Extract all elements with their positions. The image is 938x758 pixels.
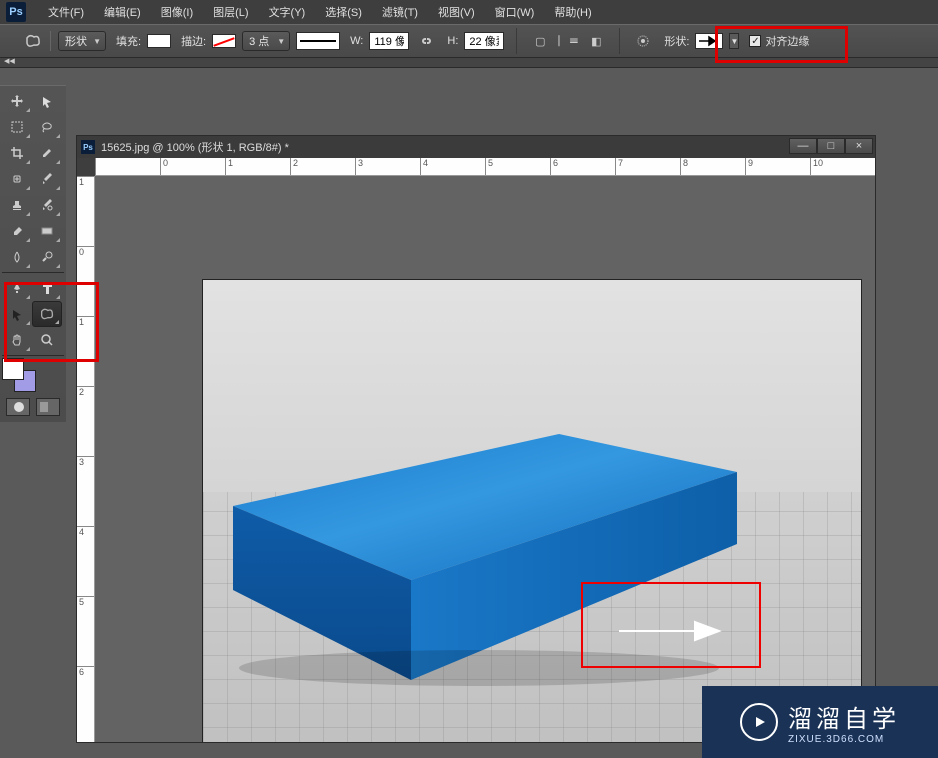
path-combine-icon[interactable]: ▢: [529, 30, 551, 52]
menu-file[interactable]: 文件(F): [40, 2, 92, 22]
arrow-tool[interactable]: [32, 88, 62, 114]
fill-swatch[interactable]: [147, 34, 171, 48]
lasso-tool[interactable]: [32, 114, 62, 140]
menu-image[interactable]: 图像(I): [153, 2, 201, 22]
zoom-tool[interactable]: [32, 327, 62, 353]
width-input[interactable]: [369, 32, 409, 50]
window-maximize[interactable]: □: [817, 138, 845, 154]
horizontal-ruler: 0 1 2 3 4 5 6 7 8 9 10: [95, 158, 875, 176]
history-brush-tool[interactable]: [32, 192, 62, 218]
blur-tool[interactable]: [2, 244, 32, 270]
shape-picker-arrow[interactable]: [695, 33, 723, 49]
menu-type[interactable]: 文字(Y): [261, 2, 314, 22]
canvas-area[interactable]: [95, 176, 875, 742]
custom-shape-tool[interactable]: [32, 301, 62, 327]
document-titlebar[interactable]: Ps 15625.jpg @ 100% (形状 1, RGB/8#) * — □…: [77, 136, 875, 158]
pen-tool[interactable]: [2, 275, 32, 301]
document-window: Ps 15625.jpg @ 100% (形状 1, RGB/8#) * — □…: [76, 135, 876, 743]
stroke-style-preview[interactable]: [296, 32, 340, 50]
custom-shape-icon[interactable]: [22, 30, 44, 52]
watermark: 溜溜自学 ZIXUE.3D66.COM: [702, 686, 938, 758]
options-collapse-strip[interactable]: [0, 58, 938, 68]
fill-label: 填充:: [116, 33, 141, 49]
menu-bar: Ps 文件(F) 编辑(E) 图像(I) 图层(L) 文字(Y) 选择(S) 滤…: [0, 0, 938, 24]
crop-tool[interactable]: [2, 140, 32, 166]
color-swatches[interactable]: [2, 358, 38, 390]
gradient-tool[interactable]: [32, 218, 62, 244]
app-logo: Ps: [6, 2, 26, 22]
watermark-title: 溜溜自学: [788, 699, 900, 734]
eyedropper-tool[interactable]: [32, 140, 62, 166]
brush-tool[interactable]: [32, 166, 62, 192]
stroke-swatch[interactable]: [212, 34, 236, 48]
menu-filter[interactable]: 滤镜(T): [374, 2, 426, 22]
drawn-arrow-shape[interactable]: [617, 619, 727, 643]
align-edges-checkbox[interactable]: ✓ 对齐边缘: [749, 33, 809, 49]
height-input[interactable]: [464, 32, 504, 50]
canvas[interactable]: [203, 280, 861, 742]
eraser-tool[interactable]: [2, 218, 32, 244]
shape-picker-dropdown[interactable]: ▼: [729, 33, 739, 49]
menu-view[interactable]: 视图(V): [430, 2, 483, 22]
width-label: W:: [350, 35, 363, 47]
dodge-tool[interactable]: [32, 244, 62, 270]
tool-mode-dropdown[interactable]: 形状: [58, 31, 106, 51]
hand-tool[interactable]: [2, 327, 32, 353]
menu-select[interactable]: 选择(S): [317, 2, 370, 22]
path-align-icon[interactable]: ⎸☰: [557, 30, 579, 52]
foreground-color[interactable]: [2, 358, 24, 380]
path-selection-tool[interactable]: [2, 301, 32, 327]
window-close[interactable]: ×: [845, 138, 873, 154]
watermark-url: ZIXUE.3D66.COM: [788, 734, 900, 745]
path-arrange-icon[interactable]: ◧: [585, 30, 607, 52]
shape-label: 形状:: [664, 33, 689, 49]
screen-mode-button[interactable]: [36, 398, 60, 416]
link-dimensions-icon[interactable]: [415, 30, 437, 52]
stamp-tool[interactable]: [2, 192, 32, 218]
vertical-ruler: 1 0 1 2 3 4 5 6: [77, 176, 95, 742]
align-edges-label: 对齐边缘: [765, 33, 809, 49]
stroke-label: 描边:: [181, 33, 206, 49]
quick-mask-button[interactable]: [6, 398, 30, 416]
stroke-width-dropdown[interactable]: 3 点: [242, 31, 290, 51]
move-tool[interactable]: [2, 88, 32, 114]
window-minimize[interactable]: —: [789, 138, 817, 154]
menu-window[interactable]: 窗口(W): [487, 2, 543, 22]
menu-edit[interactable]: 编辑(E): [96, 2, 149, 22]
document-icon: Ps: [81, 140, 95, 154]
menu-layer[interactable]: 图层(L): [205, 2, 256, 22]
marquee-tool[interactable]: [2, 114, 32, 140]
options-bar: 形状 填充: 描边: 3 点 W: H: ▢ ⎸☰ ◧ 形状: ▼ ✓ 对齐边缘: [0, 24, 938, 58]
menu-help[interactable]: 帮助(H): [546, 2, 599, 22]
text-tool[interactable]: [32, 275, 62, 301]
play-icon: [740, 703, 778, 741]
healing-tool[interactable]: [2, 166, 32, 192]
settings-icon[interactable]: [632, 30, 654, 52]
tools-panel: [0, 85, 66, 422]
document-title: 15625.jpg @ 100% (形状 1, RGB/8#) *: [101, 139, 289, 155]
height-label: H:: [447, 35, 458, 47]
